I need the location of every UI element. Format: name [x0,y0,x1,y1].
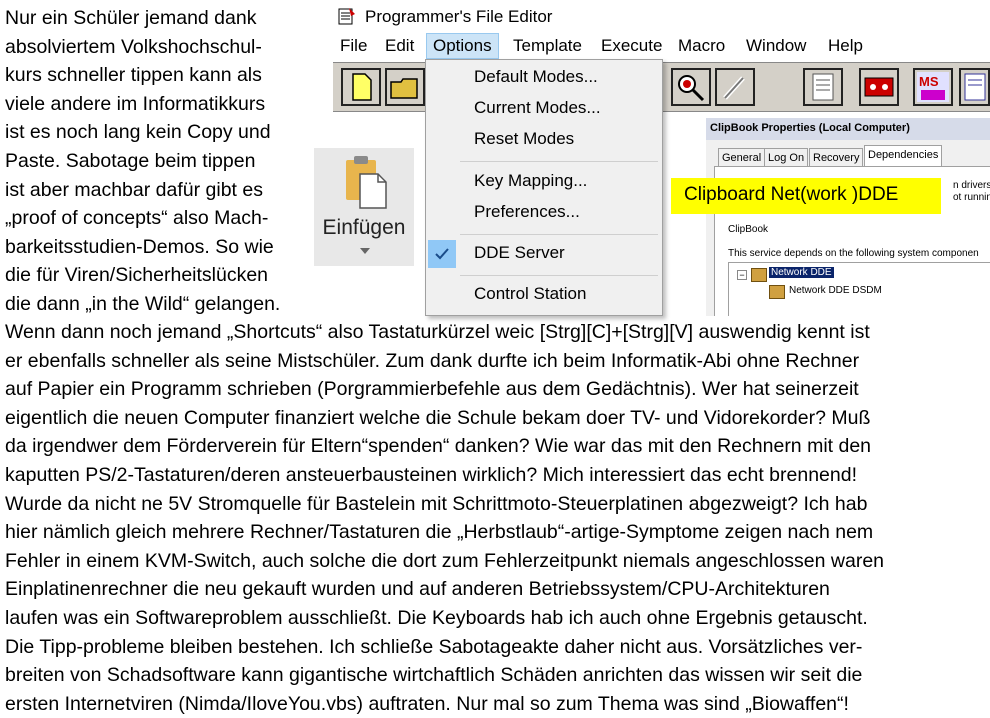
menu-item-reset-modes[interactable]: Reset Modes [426,126,662,154]
tools-icon [723,76,745,100]
left-line: die für Viren/Sicherheitslücken [5,264,269,287]
ms-dos-label: MS [919,74,939,89]
left-line: barkeitsstudien-Demos. So wie [5,235,274,258]
menu-help[interactable]: Help [828,36,863,56]
bottom-line: laufen was ein Softwareproblem ausschlie… [5,606,868,629]
search-button[interactable] [671,68,711,106]
network-icon [751,268,767,282]
tree-item-network-dde[interactable]: Network DDE [769,267,834,278]
menu-separator [460,275,658,276]
bottom-line: Einplatinenrechner die neu gekauft wurde… [5,578,830,601]
text-file-button[interactable] [959,68,990,106]
menu-item-dde-server[interactable]: DDE Server [426,240,662,268]
clipboard-paste-icon [346,156,387,209]
menu-item-preferences[interactable]: Preferences... [426,199,662,227]
left-line: Nur ein Schüler jemand dank [5,7,257,29]
tab-general[interactable]: General [718,148,766,167]
depends-text: This service depends on the following sy… [728,248,979,259]
annotation-label: Clipboard Net(work )DDE [671,178,941,214]
menu-separator [460,234,658,235]
new-file-icon [352,73,372,101]
left-line: Paste. Sabotage beim tippen [5,149,256,172]
tab-dependencies[interactable]: Dependencies [864,145,943,167]
chevron-down-icon[interactable] [360,248,370,254]
menu-options[interactable]: Options [426,33,499,59]
search-icon [678,75,705,102]
bottom-line: auf Papier ein Programm schrieben (Porgr… [5,378,859,401]
menu-separator [460,161,658,162]
annotation-text: Clipboard Net(work )DDE [684,184,899,205]
menu-item-label: DDE Server [474,243,565,262]
menu-macro[interactable]: Macro [678,36,725,56]
menu-item-label: Preferences... [474,202,580,221]
bottom-line: Die Tipp-probleme bleiben bestehen. Ich … [5,635,863,658]
menu-item-label: Control Station [474,284,587,303]
menu-item-default-modes[interactable]: Default Modes... [426,64,662,92]
clipbook-title: ClipBook Properties (Local Computer) [710,122,910,134]
tape-button[interactable] [859,68,899,106]
menu-item-label: Key Mapping... [474,171,588,190]
notepad-icon [812,73,834,101]
left-line: kurs schneller tippen kann als [5,64,262,87]
tape-icon [864,77,894,97]
bottom-line: ersten Internetviren (Nimda/IloveYou.vbs… [5,692,849,715]
tab-recovery[interactable]: Recovery [809,148,864,167]
menu-file[interactable]: File [340,36,367,56]
driver-note-2: ot runnin [953,192,990,203]
bottom-line: er ebenfalls schneller als seine Mistsch… [5,349,860,372]
open-button[interactable] [385,68,425,106]
left-line: die dann „in the Wild“ gelangen. [5,292,281,315]
network-icon [769,285,785,299]
left-line: „proof of concepts“ also Mach- [5,207,269,230]
ms-dos-button[interactable]: MS [913,68,953,106]
menu-item-label: Default Modes... [474,67,598,86]
menu-item-label: Current Modes... [474,98,601,117]
new-file-button[interactable] [341,68,381,106]
bottom-line: da irgendwer dem Förderverein für Eltern… [5,435,872,458]
window-title: Programmer's File Editor [365,7,553,26]
open-folder-icon [390,78,418,99]
left-line: ist es noch lang kein Copy und [5,121,271,144]
service-name: ClipBook [728,224,769,235]
bottom-paragraph: Wenn dann noch jemand „Shortcuts“ also T… [5,318,990,718]
left-line: viele andere im Informatikkurs [5,92,266,115]
menu-edit[interactable]: Edit [385,36,414,56]
app-icon [338,8,355,25]
bottom-line: eigentlich die neuen Computer finanziert… [5,406,871,429]
bottom-line: Wurde da nicht ne 5V Stromquelle für Bas… [5,492,868,515]
menu-item-control-station[interactable]: Control Station [426,281,662,309]
bottom-line: kaputten PS/2-Tastaturen/deren ansteuerb… [5,463,857,486]
clipbook-dialog: ClipBook Properties (Local Computer) Gen… [706,118,990,316]
menu-execute[interactable]: Execute [601,36,662,56]
menu-window[interactable]: Window [746,36,806,56]
ms-dos-icon: MS [917,72,949,102]
paste-button[interactable]: Einfügen [314,148,414,266]
bottom-line: Fehler in einem KVM-Switch, auch solche … [5,549,885,572]
clipbook-titlebar: ClipBook Properties (Local Computer) [706,118,990,140]
bottom-line: breiten von Schadsoftware kann gigantisc… [5,664,863,687]
collapse-icon[interactable]: − [737,270,747,280]
paste-label: Einfügen [322,216,406,239]
menu-item-label: Reset Modes [474,129,575,148]
text-file-icon [964,73,986,101]
dependency-tree: − Network DDE Network DDE DSDM [728,262,990,316]
menu-bar: File Edit Options Template Execute Macro… [333,33,990,59]
tree-item-network-dde-dsdm[interactable]: Network DDE DSDM [789,285,882,296]
options-dropdown: Default Modes... Current Modes... Reset … [425,59,663,316]
left-paragraph: Nur ein Schüler jemand dank absolviertem… [5,4,335,319]
driver-note-1: n drivers a [953,180,990,191]
left-line: ist aber machbar dafür gibt es [5,178,263,201]
tab-log-on[interactable]: Log On [764,148,809,167]
bottom-line: hier nämlich gleich mehrere Rechner/Tast… [5,521,874,544]
menu-item-current-modes[interactable]: Current Modes... [426,95,662,123]
tools-button[interactable] [715,68,755,106]
left-line: absolviertem Volkshochschul- [5,35,262,58]
menu-item-key-mapping[interactable]: Key Mapping... [426,168,662,196]
menu-template[interactable]: Template [513,36,582,56]
bottom-line: Wenn dann noch jemand „Shortcuts“ also T… [5,321,870,343]
notepad-button[interactable] [803,68,843,106]
